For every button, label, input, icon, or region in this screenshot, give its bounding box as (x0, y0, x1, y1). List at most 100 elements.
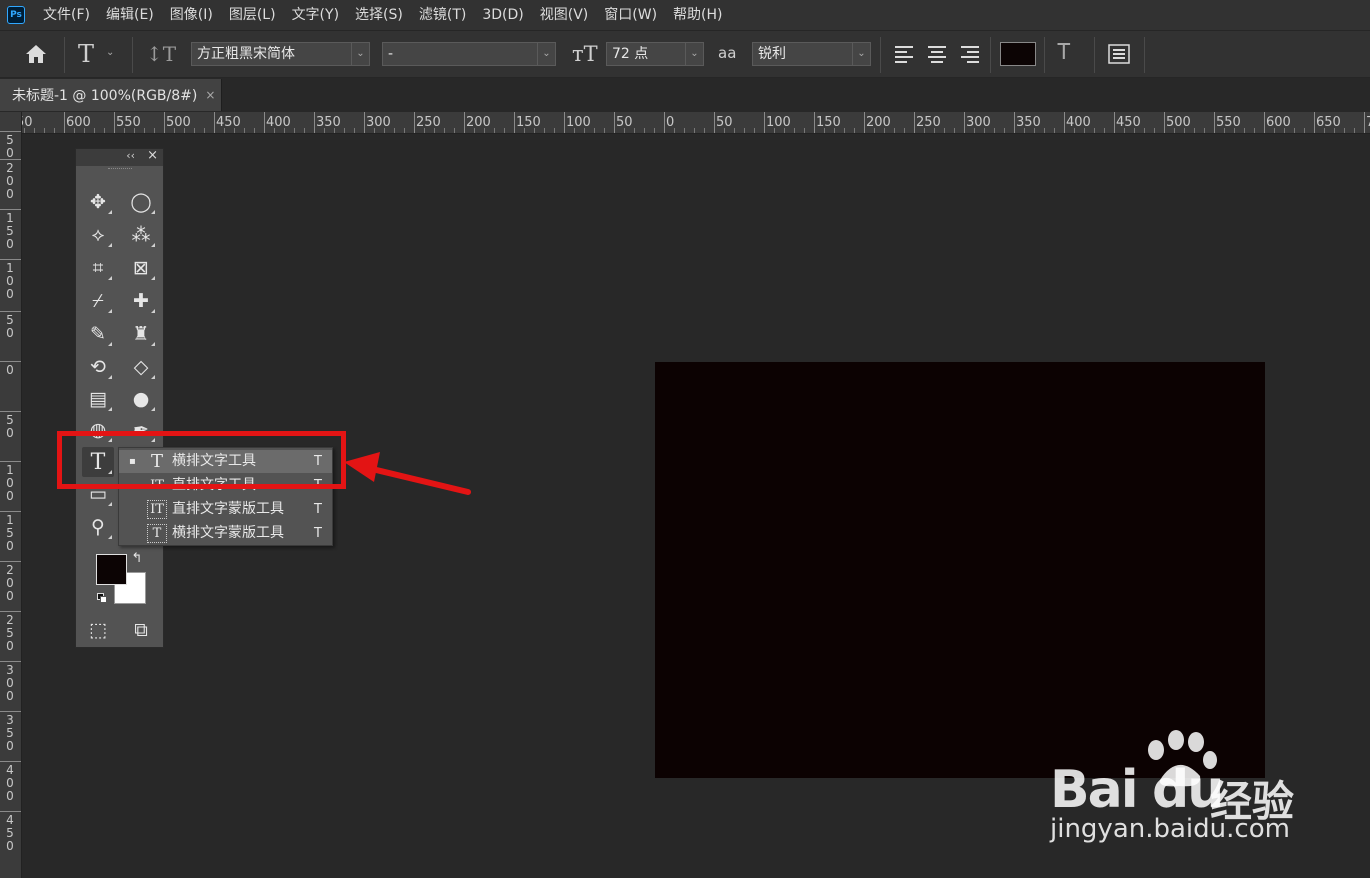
text-orientation-icon[interactable]: ↕T (146, 42, 176, 66)
ruler-tick (464, 112, 465, 133)
eyedropper-tool[interactable]: ⌿ (82, 286, 114, 316)
move-tool[interactable]: ✥ (82, 187, 114, 217)
foreground-color-swatch[interactable] (96, 554, 127, 585)
quick-mask[interactable]: ⬚ (82, 615, 114, 645)
ruler-tick (1314, 112, 1315, 133)
ruler-tick (0, 711, 21, 712)
ruler-label: 350 (316, 115, 341, 130)
antialias-select[interactable]: 锐利 ⌄ (752, 42, 871, 66)
document-tab-bar: 未标题-1 @ 100%(RGB/8#) × (0, 79, 1370, 111)
home-icon[interactable] (24, 43, 48, 65)
blur-tool[interactable]: ● (125, 384, 157, 414)
default-colors-icon[interactable] (97, 593, 107, 603)
watermark-url: jingyan.baidu.com (1050, 814, 1290, 844)
menu-type[interactable]: 文字(Y) (284, 0, 347, 30)
text-color-swatch[interactable] (1000, 42, 1036, 66)
ruler-label: 200 (466, 115, 491, 130)
ruler-tick (1264, 112, 1265, 133)
clone-stamp-tool[interactable]: ♜ (125, 319, 157, 349)
menu-edit[interactable]: 编辑(E) (98, 0, 162, 30)
eyedropper-icon: ⌿ (92, 290, 104, 312)
screen-mode[interactable]: ⧉ (125, 615, 157, 645)
ruler-label: 250 (416, 115, 441, 130)
character-panel-icon[interactable] (1108, 44, 1130, 64)
align-right-icon[interactable] (960, 45, 980, 63)
swap-colors-icon: ↰ (131, 550, 143, 566)
font-style-select[interactable]: - ⌄ (382, 42, 556, 66)
history-brush-tool[interactable]: ⟲ (82, 352, 114, 382)
ruler-tick (1164, 112, 1165, 133)
ruler-tick (1014, 112, 1015, 133)
drag-grip[interactable] (107, 168, 132, 176)
ruler-minor-tick (294, 128, 295, 133)
ruler-tick (814, 112, 815, 133)
close-icon[interactable]: × (205, 88, 215, 102)
chevron-down-icon[interactable]: ⌄ (106, 47, 114, 58)
warp-text-icon[interactable]: Ꭲ (1058, 40, 1071, 65)
ruler-tick (314, 112, 315, 133)
ruler-label: 500 (166, 115, 191, 130)
close-icon[interactable]: × (147, 148, 158, 163)
elliptical-marquee-icon: ◯ (130, 191, 152, 213)
font-size-select[interactable]: 72 点 ⌄ (606, 42, 704, 66)
ruler-label: 450 (1116, 115, 1141, 130)
ruler-label: 350 (1016, 115, 1041, 130)
menu-file[interactable]: 文件(F) (35, 0, 98, 30)
magic-wand-tool[interactable]: ⁂ (125, 220, 157, 250)
menu-image[interactable]: 图像(I) (162, 0, 221, 30)
elliptical-marquee-tool[interactable]: ◯ (125, 187, 157, 217)
align-center-icon[interactable] (927, 45, 947, 63)
menu-window[interactable]: 窗口(W) (596, 0, 665, 30)
ruler-minor-tick (1104, 128, 1105, 133)
document-canvas[interactable] (655, 362, 1265, 778)
healing-brush-tool[interactable]: ✚ (125, 286, 157, 316)
horizontal-ruler[interactable]: 5060055050045040035030025020015010050050… (22, 112, 1370, 134)
flyout-item-vertical-type-mask-tool[interactable]: IT 直排文字蒙版工具 T (119, 498, 332, 521)
ruler-minor-tick (394, 128, 395, 133)
flyout-indicator-icon (108, 375, 112, 379)
ruler-label: 1 0 0 (6, 261, 14, 301)
antialias-value: 锐利 (758, 46, 786, 62)
vertical-ruler[interactable]: 5 02 0 01 5 01 0 05 005 01 0 01 5 02 0 0… (0, 112, 22, 878)
tools-panel-header[interactable]: ‹‹ × (76, 148, 163, 166)
collapse-icon[interactable]: ‹‹ (126, 149, 135, 162)
zoom-tool[interactable]: ⚲ (82, 512, 114, 542)
ruler-label: 400 (266, 115, 291, 130)
eraser-tool[interactable]: ◇ (125, 352, 157, 382)
menu-bar: Ps 文件(F) 编辑(E) 图像(I) 图层(L) 文字(Y) 选择(S) 滤… (0, 0, 1370, 30)
document-tab[interactable]: 未标题-1 @ 100%(RGB/8#) × (0, 79, 222, 111)
flyout-indicator-icon (108, 309, 112, 313)
menu-view[interactable]: 视图(V) (532, 0, 597, 30)
font-family-select[interactable]: 方正粗黑宋简体 ⌄ (191, 42, 370, 66)
menu-filter[interactable]: 滤镜(T) (411, 0, 474, 30)
brush-tool[interactable]: ✎ (82, 319, 114, 349)
ruler-minor-tick (744, 128, 745, 133)
ruler-minor-tick (34, 128, 35, 133)
ruler-tick (214, 112, 215, 133)
ruler-minor-tick (344, 128, 345, 133)
swap-colors[interactable]: ↰ (128, 549, 146, 567)
ruler-label: 1 5 0 (6, 211, 14, 251)
ruler-label: 5 0 (6, 313, 14, 340)
menu-select[interactable]: 选择(S) (347, 0, 411, 30)
flyout-indicator-icon (108, 243, 112, 247)
menu-layer[interactable]: 图层(L) (221, 0, 284, 30)
gradient-tool[interactable]: ▤ (82, 384, 114, 414)
ruler-minor-tick (204, 128, 205, 133)
align-left-icon[interactable] (894, 45, 914, 63)
menu-help[interactable]: 帮助(H) (665, 0, 730, 30)
photoshop-logo-icon[interactable]: Ps (7, 6, 25, 24)
ruler-label: 400 (1066, 115, 1091, 130)
flyout-item-horizontal-type-mask-tool[interactable]: T 横排文字蒙版工具 T (119, 522, 332, 545)
ruler-label: 450 (216, 115, 241, 130)
frame-tool[interactable]: ⊠ (125, 253, 157, 283)
polygonal-lasso-tool[interactable]: ⟡ (82, 220, 114, 250)
ruler-tick (0, 259, 21, 260)
menu-3d[interactable]: 3D(D) (474, 0, 531, 30)
tool-preset-type-icon[interactable]: T (78, 40, 94, 68)
ruler-label: 5 0 (6, 133, 14, 160)
crop-tool[interactable]: ⌗ (82, 253, 114, 283)
zoom-icon: ⚲ (91, 516, 105, 538)
ruler-minor-tick (54, 128, 55, 133)
ruler-label: 5 0 (6, 413, 14, 440)
